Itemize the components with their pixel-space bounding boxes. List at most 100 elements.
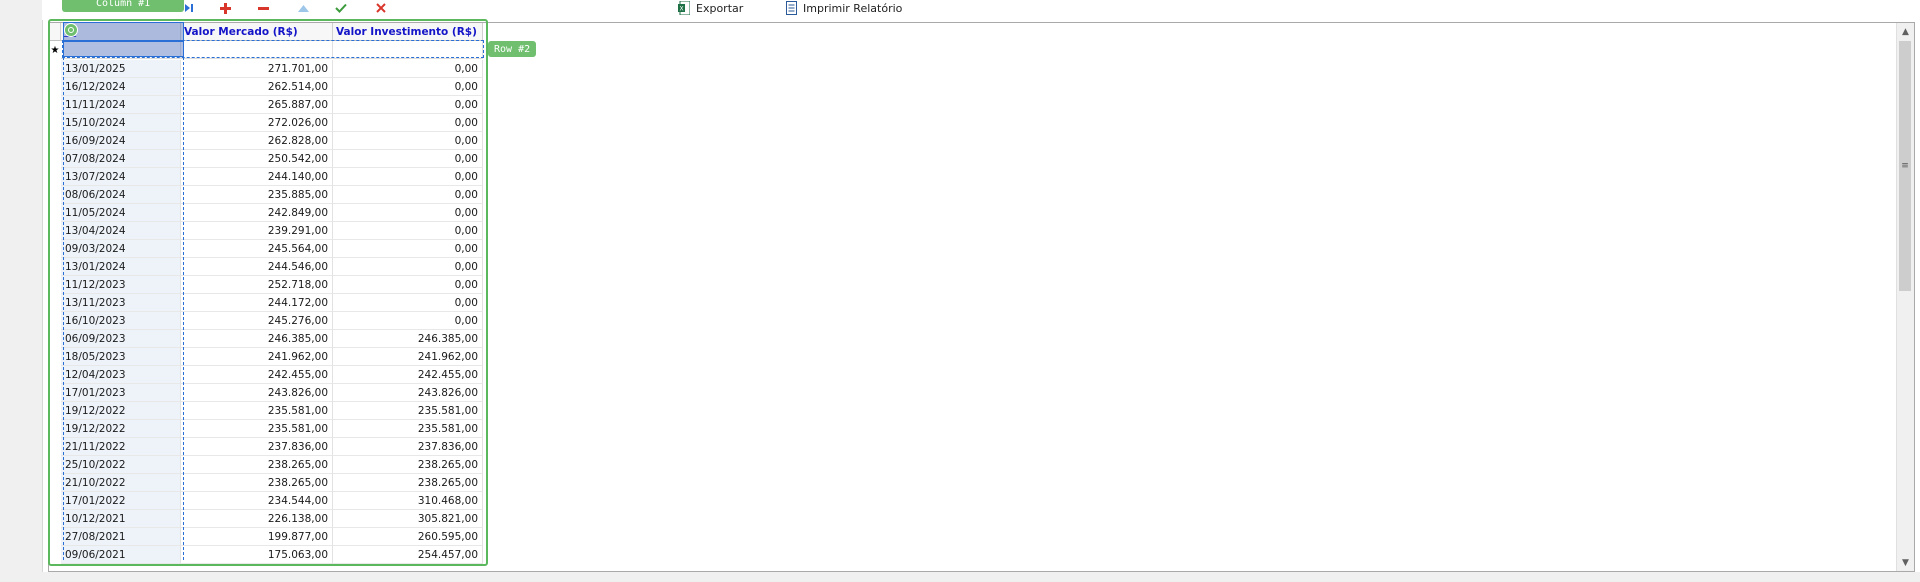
table-row[interactable]: 09/06/2021 175.063,00 254.457,00: [49, 546, 483, 564]
cell-valor-mercado[interactable]: 246.385,00: [181, 330, 333, 348]
cell-data[interactable]: 16/10/2023: [61, 312, 181, 330]
cell-valor-investimento[interactable]: 260.595,00: [333, 528, 483, 546]
cell-data[interactable]: 12/04/2023: [61, 366, 181, 384]
table-row[interactable]: 16/12/2024 262.514,00 0,00: [49, 78, 483, 96]
table-row[interactable]: 13/04/2024 239.291,00 0,00: [49, 222, 483, 240]
cancel-button[interactable]: [374, 0, 388, 16]
last-record-button[interactable]: [182, 0, 196, 16]
row-indicator[interactable]: [49, 510, 61, 528]
row-indicator[interactable]: [49, 312, 61, 330]
table-row[interactable]: 16/09/2024 262.828,00 0,00: [49, 132, 483, 150]
cell-valor-investimento[interactable]: 235.581,00: [333, 402, 483, 420]
cell-data[interactable]: 11/11/2024: [61, 96, 181, 114]
table-row[interactable]: 07/08/2024 250.542,00 0,00: [49, 150, 483, 168]
row-indicator[interactable]: [49, 222, 61, 240]
row-indicator[interactable]: [49, 240, 61, 258]
cell-valor-mercado[interactable]: 245.564,00: [181, 240, 333, 258]
cell-valor-mercado[interactable]: 244.546,00: [181, 258, 333, 276]
vertical-scrollbar[interactable]: ▲ ≡ ▼: [1896, 23, 1914, 571]
cell-valor-investimento[interactable]: 238.265,00: [333, 456, 483, 474]
row-indicator[interactable]: [49, 474, 61, 492]
scroll-up-icon[interactable]: ▲: [1897, 23, 1914, 40]
cell-data[interactable]: 13/01/2025: [61, 60, 181, 78]
table-row[interactable]: 13/01/2024 244.546,00 0,00: [49, 258, 483, 276]
cell-data[interactable]: 17/01/2023: [61, 384, 181, 402]
cell-data[interactable]: 11/12/2023: [61, 276, 181, 294]
cell-valor-mercado[interactable]: 235.581,00: [181, 420, 333, 438]
row-indicator[interactable]: [49, 330, 61, 348]
cell-data[interactable]: 21/11/2022: [61, 438, 181, 456]
table-row[interactable]: 06/09/2023 246.385,00 246.385,00: [49, 330, 483, 348]
cell-valor-investimento[interactable]: 0,00: [333, 114, 483, 132]
remove-record-button[interactable]: [256, 0, 270, 16]
cell-valor-investimento[interactable]: 0,00: [333, 240, 483, 258]
cell-data[interactable]: 09/06/2021: [61, 546, 181, 564]
table-row[interactable]: 11/12/2023 252.718,00 0,00: [49, 276, 483, 294]
table-row[interactable]: 21/10/2022 238.265,00 238.265,00: [49, 474, 483, 492]
cell-valor-mercado[interactable]: 272.026,00: [181, 114, 333, 132]
cell-valor-investimento[interactable]: 0,00: [333, 312, 483, 330]
cell-valor-mercado[interactable]: 239.291,00: [181, 222, 333, 240]
cell-valor-mercado[interactable]: 238.265,00: [181, 474, 333, 492]
table-row[interactable]: 09/03/2024 245.564,00 0,00: [49, 240, 483, 258]
cell-valor-mercado[interactable]: 242.849,00: [181, 204, 333, 222]
row-indicator[interactable]: [49, 150, 61, 168]
cell-valor-mercado[interactable]: 234.544,00: [181, 492, 333, 510]
row-indicator[interactable]: [49, 186, 61, 204]
table-row[interactable]: 11/11/2024 265.887,00 0,00: [49, 96, 483, 114]
cell-data[interactable]: 18/05/2023: [61, 348, 181, 366]
cell-valor-investimento[interactable]: 246.385,00: [333, 330, 483, 348]
table-row[interactable]: 08/06/2024 235.885,00 0,00: [49, 186, 483, 204]
table-row[interactable]: 10/12/2021 226.138,00 305.821,00: [49, 510, 483, 528]
cell-valor-investimento[interactable]: 0,00: [333, 60, 483, 78]
row-indicator[interactable]: [49, 384, 61, 402]
table-row[interactable]: 13/01/2025 271.701,00 0,00: [49, 60, 483, 78]
cell-valor-mercado[interactable]: 237.836,00: [181, 438, 333, 456]
cell-data[interactable]: 15/10/2024: [61, 114, 181, 132]
cell-valor-investimento[interactable]: 235.581,00: [333, 420, 483, 438]
cell-valor-mercado[interactable]: 243.826,00: [181, 384, 333, 402]
row-indicator[interactable]: [49, 114, 61, 132]
cell-valor-mercado[interactable]: 265.887,00: [181, 96, 333, 114]
cell-valor-investimento[interactable]: 310.468,00: [333, 492, 483, 510]
cell-data[interactable]: 16/09/2024: [61, 132, 181, 150]
cell-valor-investimento[interactable]: 0,00: [333, 204, 483, 222]
cell-valor-investimento[interactable]: 0,00: [333, 132, 483, 150]
table-row[interactable]: 27/08/2021 199.877,00 260.595,00: [49, 528, 483, 546]
scroll-thumb[interactable]: ≡: [1899, 41, 1911, 291]
move-up-button[interactable]: [296, 0, 310, 16]
cell-valor-investimento[interactable]: 254.457,00: [333, 546, 483, 564]
cell-valor-mercado[interactable]: 244.140,00: [181, 168, 333, 186]
cell-valor-investimento[interactable]: 0,00: [333, 78, 483, 96]
row-indicator[interactable]: [49, 546, 61, 564]
row-indicator[interactable]: [49, 204, 61, 222]
row-indicator[interactable]: [49, 132, 61, 150]
cell-valor-mercado[interactable]: 242.455,00: [181, 366, 333, 384]
row-indicator[interactable]: [49, 438, 61, 456]
table-row[interactable]: 21/11/2022 237.836,00 237.836,00: [49, 438, 483, 456]
row-indicator[interactable]: [49, 366, 61, 384]
row-indicator[interactable]: [49, 528, 61, 546]
cell-valor-investimento[interactable]: 243.826,00: [333, 384, 483, 402]
cell-valor-investimento[interactable]: 0,00: [333, 150, 483, 168]
table-row[interactable]: 13/11/2023 244.172,00 0,00: [49, 294, 483, 312]
cell-valor-mercado[interactable]: 226.138,00: [181, 510, 333, 528]
cell-data[interactable]: 10/12/2021: [61, 510, 181, 528]
cell-data[interactable]: 13/11/2023: [61, 294, 181, 312]
cell-valor-investimento[interactable]: 242.455,00: [333, 366, 483, 384]
cell-data[interactable]: 21/10/2022: [61, 474, 181, 492]
row-indicator[interactable]: [49, 276, 61, 294]
table-row[interactable]: 19/12/2022 235.581,00 235.581,00: [49, 402, 483, 420]
table-row[interactable]: 25/10/2022 238.265,00 238.265,00: [49, 456, 483, 474]
new-row-invest-cell[interactable]: [333, 41, 483, 59]
table-row[interactable]: 16/10/2023 245.276,00 0,00: [49, 312, 483, 330]
row-indicator[interactable]: [49, 258, 61, 276]
cell-valor-mercado[interactable]: 235.885,00: [181, 186, 333, 204]
cell-data[interactable]: 16/12/2024: [61, 78, 181, 96]
row-indicator[interactable]: [49, 78, 61, 96]
cell-data[interactable]: 11/05/2024: [61, 204, 181, 222]
column-header-valor-mercado[interactable]: Valor Mercado (R$): [181, 23, 333, 41]
cell-valor-investimento[interactable]: 237.836,00: [333, 438, 483, 456]
row-indicator[interactable]: [49, 294, 61, 312]
cell-valor-mercado[interactable]: 252.718,00: [181, 276, 333, 294]
